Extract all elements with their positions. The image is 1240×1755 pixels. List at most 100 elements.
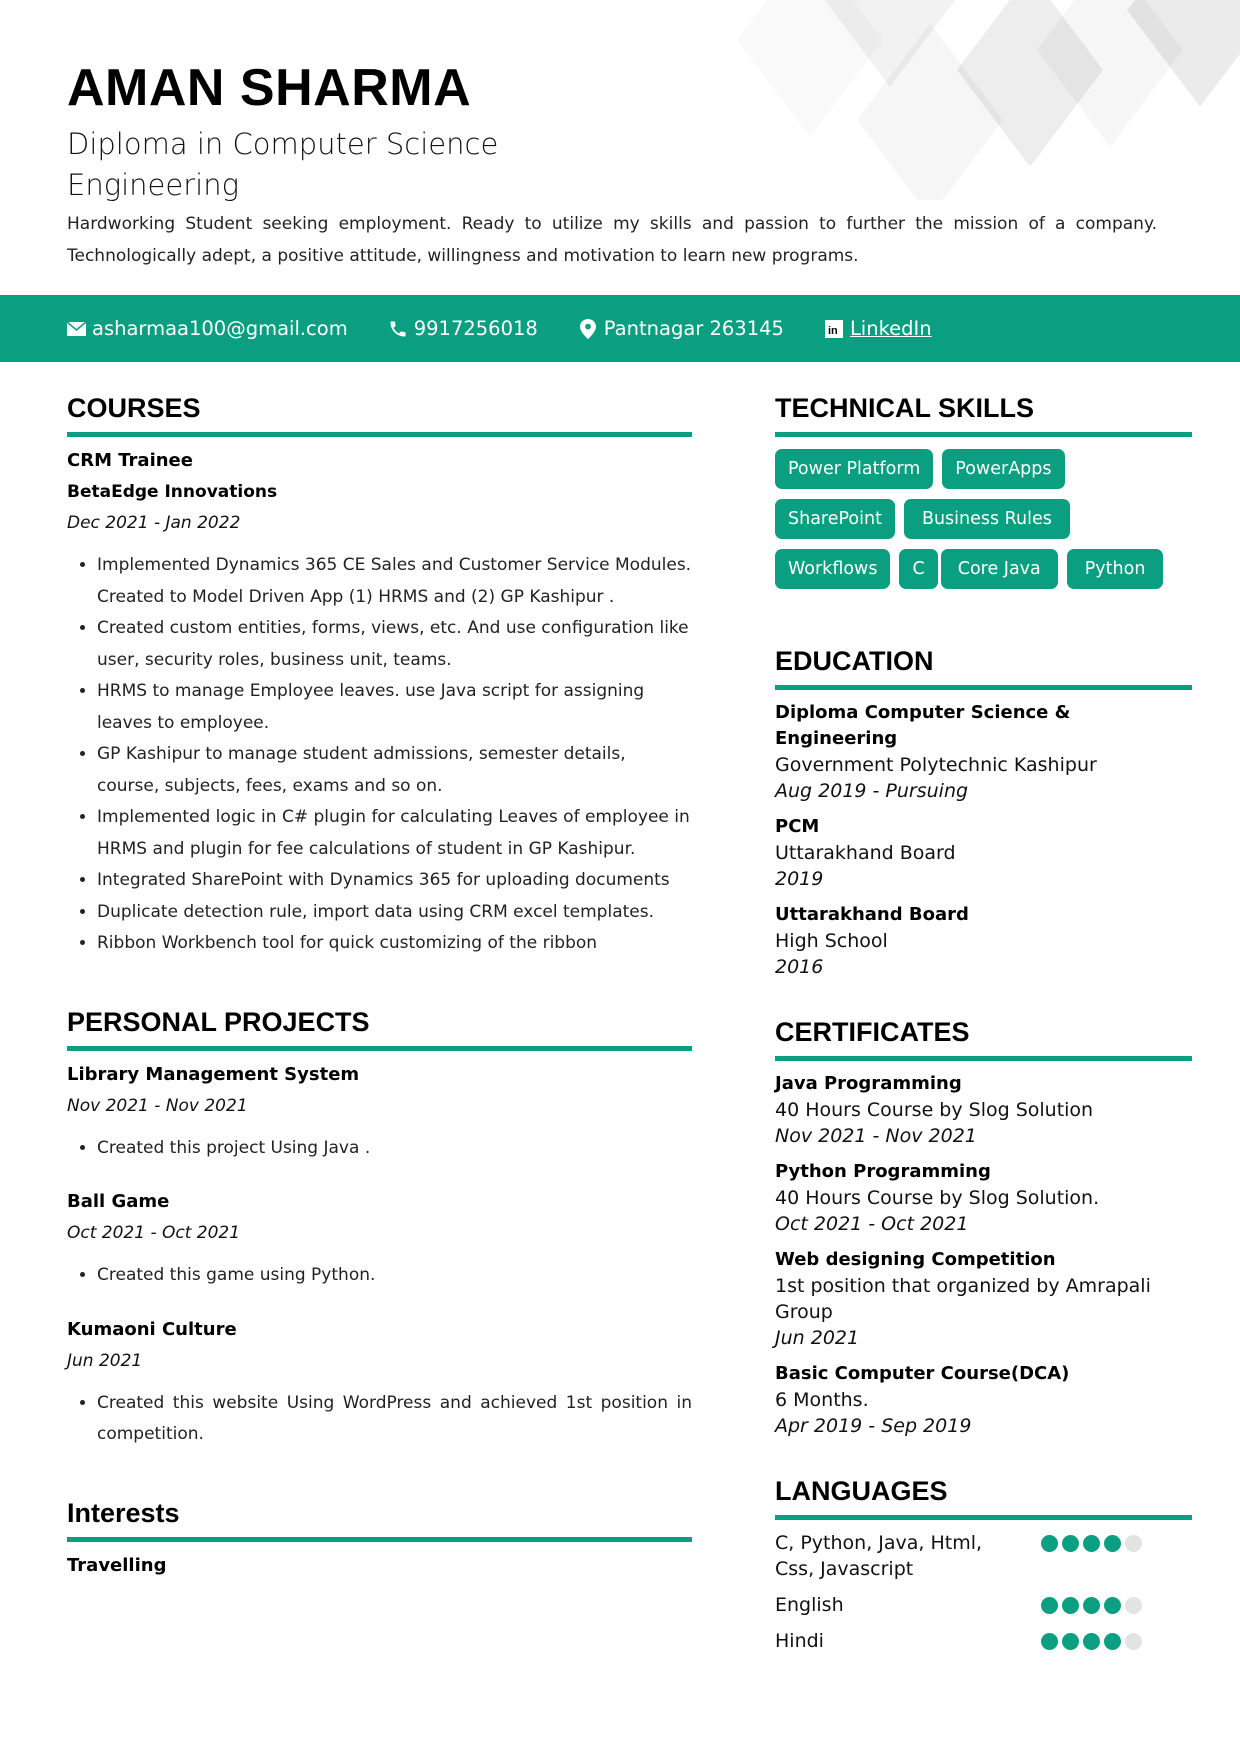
svg-text:in: in (828, 325, 838, 337)
section-title-education: EDUCATION (775, 643, 1192, 690)
certificate-date: Jun 2021 (775, 1327, 860, 1349)
skills-list: Power Platform PowerApps SharePoint Busi… (775, 449, 1192, 599)
projects-section: PERSONAL PROJECTS Library Management Sys… (67, 1004, 692, 1451)
section-title-certificates: CERTIFICATES (775, 1014, 1192, 1061)
skill-chip: Workflows (775, 549, 891, 589)
education-list: Diploma Computer Science & Engineering G… (775, 700, 1192, 980)
language-rating (1041, 1633, 1146, 1654)
skill-chip: PowerApps (942, 449, 1065, 489)
candidate-headline: Diploma in Computer Science Engineering (67, 127, 499, 202)
contact-location: Pantnagar 263145 (578, 317, 784, 340)
linkedin-link[interactable]: LinkedIn (850, 317, 932, 340)
section-title-languages: LANGUAGES (775, 1473, 1192, 1520)
education-degree: Diploma Computer Science & Engineering (775, 702, 1071, 749)
linkedin-icon: in (824, 319, 844, 339)
location-text: Pantnagar 263145 (603, 317, 784, 340)
project-date: Oct 2021 - Oct 2021 (67, 1223, 241, 1243)
education-date: Aug 2019 - Pursuing (775, 780, 969, 802)
education-entry: Diploma Computer Science & Engineering G… (775, 700, 1192, 804)
project-date: Jun 2021 (67, 1350, 143, 1371)
rating-dot-filled (1041, 1597, 1058, 1614)
left-column: COURSES CRM Trainee BetaEdge Innovations… (67, 390, 692, 1614)
skill-chip: SharePoint (775, 499, 895, 539)
contact-phone[interactable]: 9917256018 (388, 317, 538, 340)
rating-dot-filled (1104, 1633, 1121, 1650)
language-rating (1041, 1597, 1146, 1618)
certificate-date: Oct 2021 - Oct 2021 (775, 1213, 969, 1235)
languages-list: C, Python, Java, Html, Css, Javascript E… (775, 1530, 1192, 1654)
bullet-item: Implemented logic in C# plugin for calcu… (97, 802, 692, 865)
course-entry: CRM Trainee BetaEdge Innovations Dec 202… (67, 445, 692, 960)
right-column: TECHNICAL SKILLS Power Platform PowerApp… (775, 390, 1192, 1686)
rating-dot-filled (1083, 1633, 1100, 1650)
certificate-desc: 40 Hours Course by Slog Solution (775, 1099, 1094, 1121)
certificate-entry: Basic Computer Course(DCA) 6 Months. Apr… (775, 1361, 1192, 1439)
course-title: CRM Trainee (67, 450, 193, 471)
bullet-item: Ribbon Workbench tool for quick customiz… (97, 928, 692, 960)
language-row: Hindi (775, 1628, 1192, 1654)
project-title: Ball Game (67, 1191, 170, 1212)
candidate-summary: Hardworking Student seeking employment. … (67, 214, 1157, 266)
language-row: English (775, 1592, 1192, 1618)
language-name: Hindi (775, 1630, 824, 1652)
skills-section: TECHNICAL SKILLS Power Platform PowerApp… (775, 390, 1192, 599)
rating-dot-filled (1083, 1597, 1100, 1614)
languages-section: LANGUAGES C, Python, Java, Html, Css, Ja… (775, 1473, 1192, 1654)
candidate-name: AMAN SHARMA (67, 59, 472, 117)
education-entry: Uttarakhand Board High School 2016 (775, 902, 1192, 980)
course-org: BetaEdge Innovations (67, 482, 278, 502)
project-bullets: Created this game using Python. (67, 1260, 692, 1292)
interest-item: Travelling (67, 1554, 167, 1576)
language-row: C, Python, Java, Html, Css, Javascript (775, 1530, 1192, 1582)
rating-dot-filled (1104, 1597, 1121, 1614)
education-school: Uttarakhand Board (775, 842, 956, 864)
certificate-entry: Python Programming 40 Hours Course by Sl… (775, 1159, 1192, 1237)
bullet-item: Duplicate detection rule, import data us… (97, 897, 692, 929)
project-bullets: Created this website Using WordPress and… (67, 1388, 692, 1451)
language-name: C, Python, Java, Html, Css, Javascript (775, 1532, 983, 1580)
section-title-skills: TECHNICAL SKILLS (775, 390, 1192, 437)
certificate-title: Python Programming (775, 1161, 991, 1182)
contact-linkedin[interactable]: in LinkedIn (824, 317, 932, 340)
bullet-item: Implemented Dynamics 365 CE Sales and Cu… (97, 550, 692, 613)
language-rating (1041, 1535, 1146, 1582)
project-bullets: Created this project Using Java . (67, 1133, 692, 1165)
education-entry: PCM Uttarakhand Board 2019 (775, 814, 1192, 892)
interests-section: Interests Travelling (67, 1495, 692, 1582)
certificates-section: CERTIFICATES Java Programming 40 Hours C… (775, 1014, 1192, 1439)
skill-chip: C (899, 549, 938, 589)
education-school: Government Polytechnic Kashipur (775, 754, 1097, 776)
phone-text[interactable]: 9917256018 (414, 317, 538, 340)
mail-icon (66, 319, 86, 339)
education-date: 2019 (775, 868, 824, 890)
skill-chip: Power Platform (775, 449, 934, 489)
bullet-item: Created this game using Python. (97, 1260, 692, 1292)
certificates-list: Java Programming 40 Hours Course by Slog… (775, 1071, 1192, 1439)
rating-dot-filled (1062, 1535, 1079, 1552)
contact-email[interactable]: asharmaa100@gmail.com (66, 317, 348, 340)
certificate-title: Java Programming (775, 1073, 962, 1094)
certificate-entry: Java Programming 40 Hours Course by Slog… (775, 1071, 1192, 1149)
course-date: Dec 2021 - Jan 2022 (67, 513, 241, 533)
project-entry: Ball Game Oct 2021 - Oct 2021 Created th… (67, 1186, 692, 1292)
skill-chip: Core Java (940, 549, 1058, 589)
project-title: Library Management System (67, 1063, 360, 1085)
certificate-desc: 40 Hours Course by Slog Solution. (775, 1187, 1100, 1209)
skill-chip: Python (1066, 549, 1164, 589)
rating-dot-filled (1083, 1535, 1100, 1552)
education-date: 2016 (775, 956, 824, 978)
section-title-interests: Interests (67, 1495, 692, 1542)
course-bullets: Implemented Dynamics 365 CE Sales and Cu… (67, 550, 692, 960)
contact-bar: asharmaa100@gmail.com 9917256018 Pantnag… (0, 295, 1240, 362)
education-section: EDUCATION Diploma Computer Science & Eng… (775, 643, 1192, 980)
rating-dot-filled (1062, 1597, 1079, 1614)
certificate-date: Apr 2019 - Sep 2019 (775, 1415, 972, 1437)
bullet-item: GP Kashipur to manage student admissions… (97, 739, 692, 802)
email-text[interactable]: asharmaa100@gmail.com (92, 317, 348, 340)
certificate-desc: 1st position that organized by Amrapali … (775, 1275, 1151, 1323)
rating-dot-filled (1041, 1633, 1058, 1650)
location-pin-icon (578, 318, 598, 339)
rating-dot-filled (1062, 1633, 1079, 1650)
courses-section: COURSES CRM Trainee BetaEdge Innovations… (67, 390, 692, 960)
education-degree: PCM (775, 816, 820, 837)
